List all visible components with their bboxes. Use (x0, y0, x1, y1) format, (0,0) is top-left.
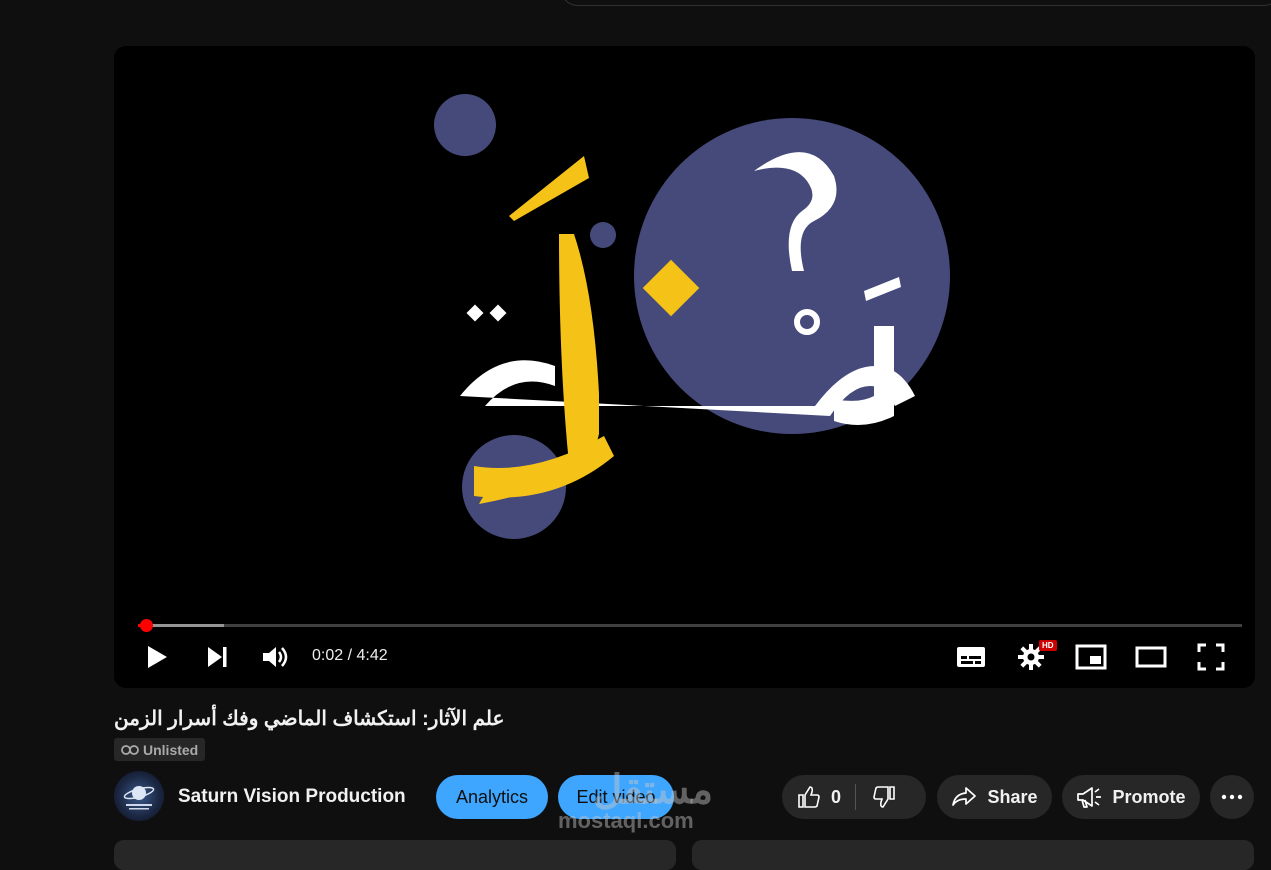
dislike-button[interactable] (856, 775, 896, 819)
next-icon (208, 647, 227, 667)
like-count: 0 (831, 786, 842, 807)
video-thumbnail (434, 94, 950, 539)
video-player[interactable]: 0:02 / 4:42 HD (114, 46, 1255, 688)
search-bar[interactable] (560, 0, 1271, 6)
promote-label: Promote (1112, 786, 1186, 807)
share-button[interactable]: Share (937, 775, 1052, 819)
hd-badge: HD (1039, 640, 1057, 651)
subtitles-button[interactable] (954, 640, 988, 674)
progress-scrubber-handle[interactable] (139, 619, 153, 632)
miniplayer-icon (1075, 644, 1107, 670)
like-dislike-group: 0 (782, 775, 926, 819)
volume-icon (263, 647, 288, 667)
progress-bar[interactable] (138, 619, 1242, 632)
channel-name[interactable]: Saturn Vision Production (178, 786, 406, 808)
play-button[interactable] (140, 640, 174, 674)
play-icon (148, 646, 167, 668)
share-icon (952, 787, 977, 806)
watermark-latin: mostaql.com (558, 808, 694, 833)
subtitles-icon (957, 647, 985, 667)
visibility-label: Unlisted (143, 741, 199, 758)
more-actions-button[interactable] (1210, 775, 1254, 819)
theater-icon (1135, 646, 1167, 668)
watermark-arabic: مستقل (593, 768, 713, 812)
more-icon (1221, 794, 1243, 800)
avatar[interactable] (114, 771, 164, 821)
link-icon (121, 744, 139, 755)
fullscreen-button[interactable] (1194, 640, 1228, 674)
saturn-logo (123, 786, 155, 810)
analytics-button[interactable]: Analytics (436, 775, 548, 819)
volume-button[interactable] (258, 640, 292, 674)
next-button[interactable] (200, 640, 234, 674)
fullscreen-icon (1197, 643, 1225, 671)
promote-button[interactable]: Promote (1062, 775, 1200, 819)
promote-icon (1077, 787, 1102, 808)
comments-card[interactable] (692, 840, 1254, 870)
visibility-badge: Unlisted (114, 738, 206, 761)
miniplayer-button[interactable] (1074, 640, 1108, 674)
video-title: علم الآثار: استكشاف الماضي وفك أسرار الز… (114, 708, 505, 730)
description-card[interactable] (114, 840, 676, 870)
dislike-icon (873, 786, 895, 808)
share-label: Share (987, 786, 1038, 807)
theater-mode-button[interactable] (1134, 640, 1168, 674)
like-button[interactable]: 0 (782, 775, 841, 819)
watermark: مستقل mostaql.com (558, 770, 713, 832)
like-icon (798, 786, 820, 808)
time-display: 0:02 / 4:42 (312, 647, 388, 664)
